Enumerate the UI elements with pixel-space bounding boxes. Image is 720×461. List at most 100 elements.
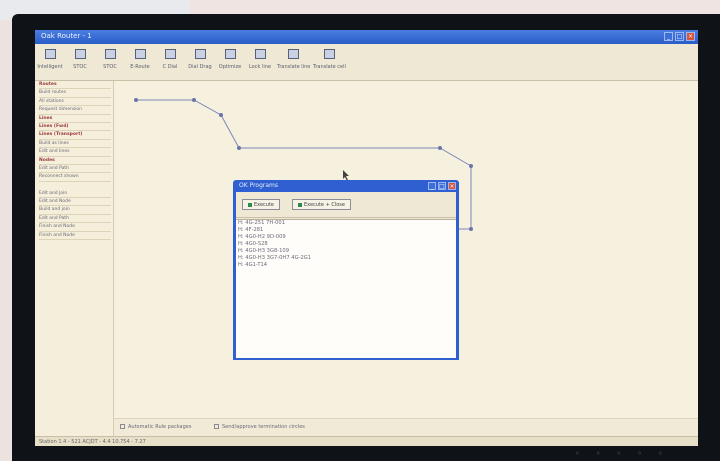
window-controls: _ □ ×	[664, 32, 695, 41]
sidebar-item[interactable]: Edit and Node	[39, 198, 111, 207]
tool-label: Translate cell	[313, 64, 346, 70]
tool-label: Lock line	[248, 64, 271, 70]
play-icon	[248, 202, 252, 207]
route-node[interactable]	[438, 146, 442, 150]
tool-icon	[287, 49, 299, 59]
tool-icon	[104, 49, 116, 59]
monitor-button-icon[interactable]: ◦	[575, 449, 580, 458]
tool-icon	[164, 49, 176, 59]
close-button[interactable]: ×	[686, 32, 695, 41]
list-item[interactable]: H: 4G0-H3 3G7-0H7 4G-2G1	[236, 255, 456, 262]
option-termination[interactable]: Send/approve termination circles	[214, 424, 305, 430]
sidebar-item[interactable]: Request dimension	[39, 106, 111, 115]
program-list[interactable]: H: 4G-251 7H-001 H: 4F-281 H: 4G0-H2 9D-…	[236, 219, 456, 358]
maximize-button[interactable]: □	[438, 182, 446, 190]
tool-label: E-Route	[130, 64, 150, 70]
tool-button-9[interactable]: Translate line	[277, 47, 311, 77]
status-text: Station 1.4 - 521 ACJDT - 4.4 10.754 - 7…	[39, 439, 146, 445]
tool-icon	[44, 49, 56, 59]
dialog-title: OK Programs	[239, 182, 279, 189]
list-item[interactable]: H: 4G0-H3 3G8-109	[236, 248, 456, 255]
tool-button-4[interactable]: E-Route	[127, 47, 153, 77]
toolbar: Intelligent STOC STOC E-Route C Dial Dia…	[35, 44, 698, 81]
monitor-button-icon[interactable]: ◦	[658, 449, 663, 458]
tool-label: Translate line	[277, 64, 311, 70]
minimize-button[interactable]: _	[664, 32, 673, 41]
sidebar-item[interactable]: Lines (Fwd)	[39, 123, 111, 132]
sidebar-item[interactable]: Build routes	[39, 89, 111, 98]
tool-button-6[interactable]: Dial Drag	[187, 47, 213, 77]
tool-button-2[interactable]: STOC	[67, 47, 93, 77]
tool-label: STOC	[73, 64, 87, 70]
sidebar-item[interactable]: Lines (Transport)	[39, 131, 111, 140]
tool-button-8[interactable]: Lock line	[247, 47, 273, 77]
route-node[interactable]	[219, 113, 223, 117]
sidebar-item[interactable]: Reconnect shown	[39, 173, 111, 182]
tool-button-10[interactable]: Translate cell	[313, 47, 346, 77]
list-item[interactable]: H: 4G0-H2 9D-009	[236, 234, 456, 241]
sidebar-item[interactable]: Build as lines	[39, 140, 111, 149]
programs-dialog: OK Programs _ □ × Execute Execute + Clos…	[233, 180, 459, 360]
sidebar-item[interactable]: Edit and Path	[39, 165, 111, 174]
sidebar-item[interactable]: Edit and Path	[39, 215, 111, 224]
sidebar-item[interactable]: Build and join	[39, 206, 111, 215]
tool-button-3[interactable]: STOC	[97, 47, 123, 77]
option-label: Automatic Rule packages	[128, 424, 192, 430]
dialog-button-bar: Execute Execute + Close	[236, 192, 456, 218]
sidebar-item[interactable]: Nodes	[39, 157, 111, 165]
route-node[interactable]	[469, 227, 473, 231]
list-item[interactable]: H: 4F-281	[236, 227, 456, 234]
play-icon	[298, 202, 302, 207]
tool-icon	[74, 49, 86, 59]
minimize-button[interactable]: _	[428, 182, 436, 190]
sidebar-item[interactable]: Edit and lines	[39, 148, 111, 157]
tool-button-1[interactable]: Intelligent	[37, 47, 63, 77]
list-item[interactable]: H: 4G1-T14	[236, 262, 456, 269]
tool-icon	[254, 49, 266, 59]
close-button[interactable]: ×	[448, 182, 456, 190]
sidebar-divider	[35, 182, 113, 190]
dialog-body: Execute Execute + Close H: 4G-251 7H-001…	[236, 192, 456, 358]
maximize-button[interactable]: □	[675, 32, 684, 41]
checkbox[interactable]	[214, 424, 219, 429]
sidebar-item[interactable]: Lines	[39, 115, 111, 123]
dialog-controls: _ □ ×	[428, 182, 456, 190]
option-label: Send/approve termination circles	[222, 424, 305, 430]
route-node[interactable]	[134, 98, 138, 102]
execute-label: Execute	[254, 202, 274, 208]
monitor-button-icon[interactable]: ◦	[637, 449, 642, 458]
tool-icon	[323, 49, 335, 59]
window-title: Oak Router - 1	[41, 32, 92, 40]
list-item[interactable]: H: 4G0-S28	[236, 241, 456, 248]
tool-label: Dial Drag	[188, 64, 212, 70]
tool-icon	[194, 49, 206, 59]
route-node[interactable]	[237, 146, 241, 150]
route-node[interactable]	[192, 98, 196, 102]
status-bar: Station 1.4 - 521 ACJDT - 4.4 10.754 - 7…	[35, 436, 698, 446]
route-polyline	[136, 99, 472, 167]
tool-icon	[224, 49, 236, 59]
window-titlebar[interactable]: Oak Router - 1 _ □ ×	[35, 30, 698, 44]
app-window: Oak Router - 1 _ □ × Intelligent STOC ST…	[35, 30, 698, 446]
tool-label: Intelligent	[37, 64, 63, 70]
execute-button[interactable]: Execute	[242, 199, 280, 210]
execute-close-button[interactable]: Execute + Close	[292, 199, 351, 210]
sidebar: Routes Build routes All stations Request…	[35, 81, 114, 436]
sidebar-item[interactable]: All stations	[39, 98, 111, 107]
option-auto-rule[interactable]: Automatic Rule packages	[120, 424, 191, 430]
monitor-button-icon[interactable]: ◦	[616, 449, 621, 458]
monitor-buttons: ◦ ◦ ◦ ◦ ◦	[575, 449, 663, 458]
tool-label: Optimize	[218, 64, 242, 70]
checkbox[interactable]	[120, 424, 125, 429]
sidebar-item[interactable]: Finish and Node	[39, 223, 111, 232]
tool-button-7[interactable]: Optimize	[217, 47, 243, 77]
list-item[interactable]: H: 4G-251 7H-001	[236, 220, 456, 227]
monitor-button-icon[interactable]: ◦	[596, 449, 601, 458]
sidebar-item[interactable]: Finish and Node	[39, 232, 111, 241]
tool-label: C Dial	[162, 64, 178, 70]
sidebar-item[interactable]: Routes	[39, 81, 111, 90]
tool-button-5[interactable]: C Dial	[157, 47, 183, 77]
sidebar-item[interactable]: Edit and Join	[39, 190, 111, 199]
options-bar: Automatic Rule packages Send/approve ter…	[114, 418, 698, 437]
route-node[interactable]	[469, 164, 473, 168]
